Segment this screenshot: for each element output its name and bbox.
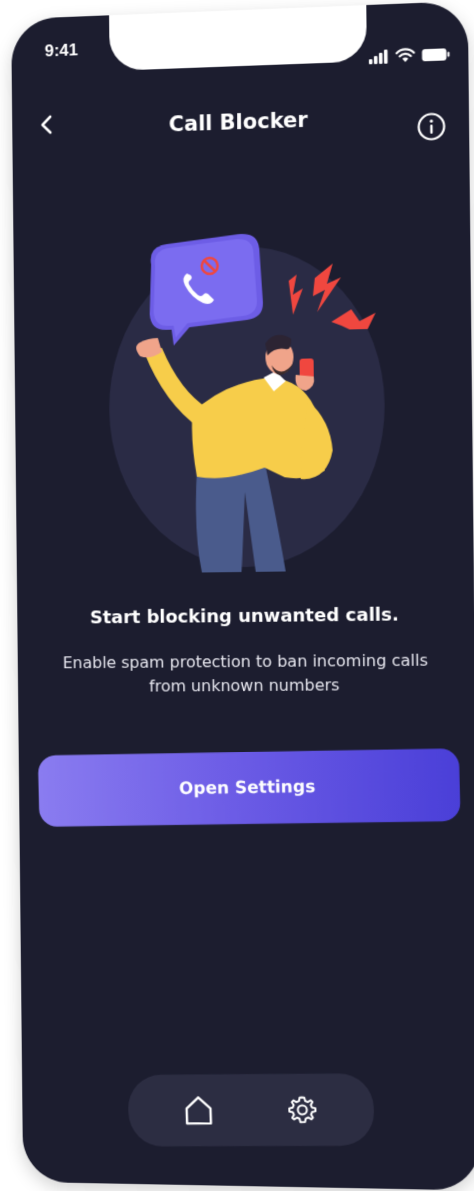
notch <box>109 1 367 71</box>
info-icon <box>416 111 447 142</box>
info-button[interactable] <box>416 111 447 142</box>
bottom-nav <box>127 1073 375 1147</box>
wifi-icon <box>395 47 415 63</box>
battery-icon <box>421 48 450 62</box>
nav-home-button[interactable] <box>181 1093 216 1127</box>
page-title: Call Blocker <box>168 107 308 137</box>
gear-icon <box>287 1095 318 1125</box>
nav-settings-button[interactable] <box>285 1093 320 1127</box>
phone-screen: 9:41 Call Blocker Start blocking unwante… <box>11 1 474 1191</box>
illustration <box>103 228 396 574</box>
headline: Start blocking unwanted calls. <box>89 604 399 629</box>
frustrated-person-illustration <box>107 233 387 573</box>
subtitle: Enable spam protection to ban incoming c… <box>62 650 429 696</box>
status-icons <box>368 46 450 65</box>
open-settings-button[interactable]: Open Settings <box>37 748 461 827</box>
home-icon <box>183 1094 214 1126</box>
signal-icon <box>368 49 388 65</box>
status-time: 9:41 <box>44 40 79 61</box>
